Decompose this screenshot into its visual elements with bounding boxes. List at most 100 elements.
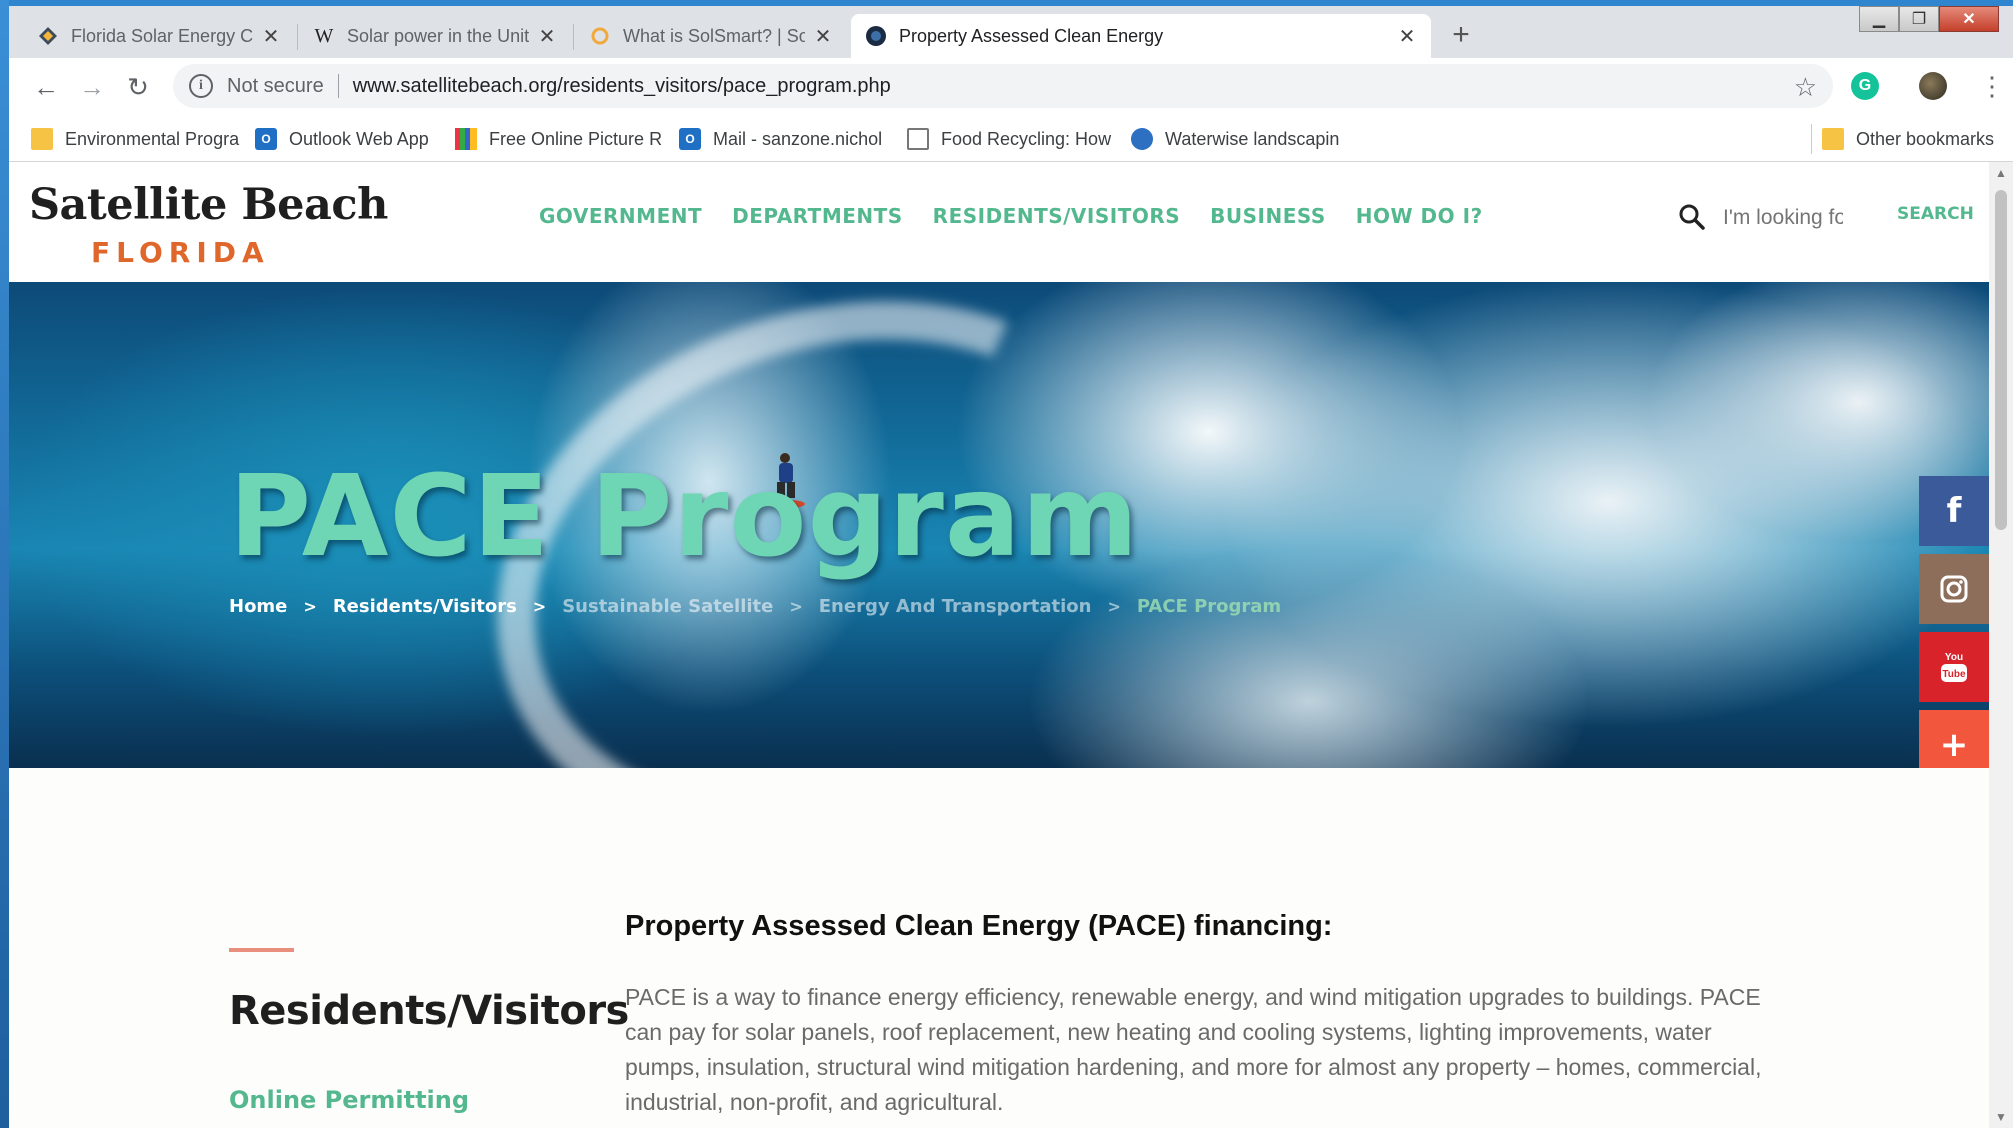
site-logo-subtitle[interactable]: FLORIDA [91, 236, 270, 269]
avatar[interactable] [1919, 72, 1947, 100]
content-paragraph: PACE is a way to finance energy efficien… [625, 984, 1762, 1115]
bookmark-mail[interactable]: O Mail - sanzone.nichol [679, 124, 891, 154]
url-text[interactable]: www.satellitebeach.org/residents_visitor… [353, 75, 891, 98]
bookmark-outlook[interactable]: O Outlook Web App [255, 124, 451, 154]
sidebar-title: Residents/Visitors [229, 988, 629, 1034]
breadcrumb-separator: > [303, 597, 317, 616]
breadcrumb-sustainable-satellite[interactable]: Sustainable Satellite [562, 596, 773, 617]
search-button[interactable]: SEARCH [1897, 204, 1974, 224]
svg-text:You: You [1945, 652, 1963, 663]
solsmart-sun-icon [589, 25, 611, 47]
tab-florida-solar[interactable]: Florida Solar Energy Center ✕ [23, 14, 295, 58]
tab-strip: Florida Solar Energy Center ✕ W Solar po… [9, 6, 2013, 58]
slide-frame-left [0, 0, 9, 1128]
nav-how-do-i[interactable]: HOW DO I? [1356, 204, 1483, 228]
bookmark-label: Free Online Picture R [489, 128, 663, 149]
scroll-up-arrow-icon[interactable]: ▲ [1995, 166, 2007, 180]
tab-pace[interactable]: Property Assessed Clean Energy ✕ [851, 14, 1431, 58]
bookmarks-bar: Environmental Progra O Outlook Web App F… [9, 116, 2013, 162]
breadcrumb-separator: > [789, 597, 803, 616]
tab-label: Solar power in the United States [347, 25, 529, 46]
bookmark-free-picture[interactable]: Free Online Picture R [455, 124, 665, 154]
bookmark-label: Waterwise landscapin [1165, 128, 1340, 149]
online-permitting-link[interactable]: Online Permitting [229, 1086, 469, 1114]
breadcrumb-current: PACE Program [1136, 596, 1282, 617]
bookmark-label: Food Recycling: How [941, 128, 1112, 149]
bookmark-environmental[interactable]: Environmental Progra [31, 124, 241, 154]
main-nav: GOVERNMENT DEPARTMENTS RESIDENTS/VISITOR… [539, 204, 1483, 228]
browser-window: Florida Solar Energy Center ✕ W Solar po… [9, 6, 2013, 1128]
facebook-icon[interactable]: f [1919, 476, 1989, 546]
content-heading: Property Assessed Clean Energy (PACE) fi… [625, 910, 1333, 942]
info-icon[interactable]: i [189, 74, 213, 98]
web-page: Satellite Beach FLORIDA GOVERNMENT DEPAR… [9, 162, 1989, 1128]
breadcrumb-energy-transportation[interactable]: Energy And Transportation [819, 596, 1092, 617]
tab-divider [573, 24, 574, 50]
address-divider [337, 74, 339, 98]
forward-arrow-icon[interactable]: → [75, 70, 109, 104]
nav-government[interactable]: GOVERNMENT [539, 204, 702, 228]
globe-icon [1131, 128, 1153, 150]
tab-solsmart[interactable]: What is SolSmart? | SolSmart ✕ [575, 14, 847, 58]
browser-toolbar: ← → ↻ i Not secure www.satellitebeach.or… [9, 58, 2013, 116]
youtube-icon[interactable]: You Tube [1919, 632, 1989, 702]
page-scrollbar[interactable]: ▲ ▼ [1989, 162, 2013, 1128]
page-title: PACE Program [229, 452, 1139, 582]
new-tab-button[interactable]: + [1445, 20, 1477, 52]
back-arrow-icon[interactable]: ← [29, 70, 63, 104]
breadcrumb-residents-visitors[interactable]: Residents/Visitors [333, 596, 517, 617]
bookmark-waterwise[interactable]: Waterwise landscapin [1131, 124, 1341, 154]
bookmark-label: Environmental Progra [65, 128, 240, 149]
nav-business[interactable]: BUSINESS [1210, 204, 1326, 228]
security-label[interactable]: Not secure [227, 75, 324, 98]
document-icon [907, 128, 929, 150]
tab-label: Florida Solar Energy Center [71, 25, 253, 46]
scroll-down-arrow-icon[interactable]: ▼ [1995, 1110, 2007, 1124]
outlook-icon: O [679, 128, 701, 150]
close-icon[interactable]: ✕ [813, 24, 833, 49]
search-input[interactable] [1723, 200, 1843, 236]
bookmark-label: Mail - sanzone.nichol [713, 128, 883, 149]
grammarly-icon[interactable]: G [1851, 72, 1879, 100]
kebab-menu-icon[interactable]: ⋮ [1979, 68, 2005, 104]
more-share-button[interactable]: + [1919, 710, 1989, 768]
tab-label: Property Assessed Clean Energy [899, 25, 1164, 46]
minimize-button[interactable]: ▁ [1859, 6, 1899, 32]
close-icon[interactable]: ✕ [261, 24, 281, 49]
tab-label: What is SolSmart? | SolSmart [623, 25, 805, 46]
page-title-part2: Program [590, 452, 1140, 582]
scrollbar-thumb[interactable] [1995, 190, 2007, 530]
accent-divider [229, 948, 294, 952]
folder-icon [31, 128, 53, 150]
outlook-icon: O [255, 128, 277, 150]
breadcrumb-separator: > [1107, 597, 1121, 616]
close-icon[interactable]: ✕ [1397, 24, 1417, 49]
nav-residents-visitors[interactable]: RESIDENTS/VISITORS [933, 204, 1180, 228]
close-icon[interactable]: ✕ [537, 24, 557, 49]
instagram-icon[interactable] [1919, 554, 1989, 624]
folder-icon [1822, 128, 1844, 150]
other-bookmarks[interactable]: Other bookmarks [1811, 124, 2007, 154]
maximize-button[interactable]: ❐ [1899, 6, 1939, 32]
search-icon[interactable] [1677, 202, 1707, 232]
window-close-button[interactable]: ✕ [1939, 6, 1999, 32]
page-title-part1: PACE [229, 452, 551, 582]
wikipedia-w-icon: W [314, 24, 334, 47]
hero-banner: PACE Program Home > Residents/Visitors >… [9, 282, 1989, 768]
bookmark-label: Outlook Web App [289, 128, 429, 149]
breadcrumb-separator: > [532, 597, 547, 616]
site-logo[interactable]: Satellite Beach [29, 180, 388, 230]
tab-divider [297, 24, 298, 50]
picture-grid-icon [455, 128, 477, 150]
breadcrumb-home[interactable]: Home [229, 596, 287, 617]
main-content: Residents/Visitors Online Permitting Pro… [9, 768, 1989, 1128]
other-bookmarks-label: Other bookmarks [1856, 128, 1995, 149]
star-icon[interactable]: ☆ [1794, 72, 1817, 103]
breadcrumb: Home > Residents/Visitors > Sustainable … [229, 596, 1281, 617]
nav-departments[interactable]: DEPARTMENTS [732, 204, 903, 228]
reload-icon[interactable]: ↻ [121, 70, 155, 104]
svg-text:Tube: Tube [1942, 669, 1966, 680]
bookmark-food-recycling[interactable]: Food Recycling: How [907, 124, 1113, 154]
tab-solar-power[interactable]: W Solar power in the United States ✕ [299, 14, 571, 58]
address-bar[interactable]: i Not secure www.satellitebeach.org/resi… [173, 64, 1833, 108]
